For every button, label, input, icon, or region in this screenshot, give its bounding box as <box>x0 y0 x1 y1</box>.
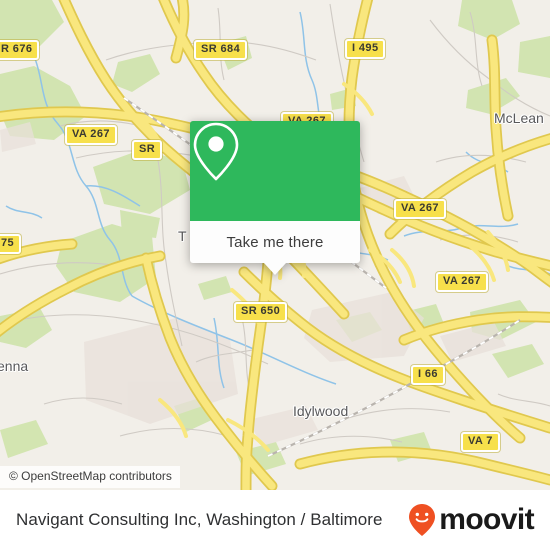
take-me-there-label: Take me there <box>226 233 324 251</box>
moovit-wordmark: moovit <box>439 503 534 536</box>
place-label-idylwood: Idylwood <box>293 403 349 419</box>
road-shield[interactable]: VA 7 <box>461 432 500 452</box>
map-pin-icon <box>193 122 239 181</box>
moovit-smiley-pin-icon <box>409 504 436 536</box>
popup-icon-panel <box>190 121 360 221</box>
moovit-brand[interactable]: moovit <box>407 503 535 537</box>
road-shield[interactable]: VA 267 <box>394 199 446 219</box>
moovit-map-screenshot: R 676 SR 684 I 495 VA 267 VA 267 SR 75 V… <box>0 0 550 550</box>
road-shield[interactable]: 75 <box>0 234 22 254</box>
place-label-tysons: T <box>178 228 187 244</box>
map-canvas[interactable]: R 676 SR 684 I 495 VA 267 VA 267 SR 75 V… <box>0 0 550 490</box>
road-shield[interactable]: VA 267 <box>436 272 488 292</box>
road-shield[interactable]: R 676 <box>0 40 40 60</box>
popup-tail <box>264 263 286 275</box>
place-label-vienna: enna <box>0 358 29 374</box>
road-shield[interactable]: VA 267 <box>65 125 117 145</box>
road-shield[interactable]: I 495 <box>345 39 386 59</box>
osm-attribution[interactable]: © OpenStreetMap contributors <box>0 466 180 488</box>
location-popup-card[interactable]: Take me there <box>190 121 360 275</box>
road-shield[interactable]: I 66 <box>411 365 445 385</box>
place-label-mclean: McLean <box>494 110 544 126</box>
road-shield[interactable]: SR <box>132 140 163 160</box>
road-shield[interactable]: SR 684 <box>194 40 248 60</box>
road-shield[interactable]: SR 650 <box>234 302 288 322</box>
location-title: Navigant Consulting Inc, Washington / Ba… <box>16 510 383 529</box>
popup-action-area[interactable]: Take me there <box>190 221 360 263</box>
footer-bar: Navigant Consulting Inc, Washington / Ba… <box>0 490 550 550</box>
